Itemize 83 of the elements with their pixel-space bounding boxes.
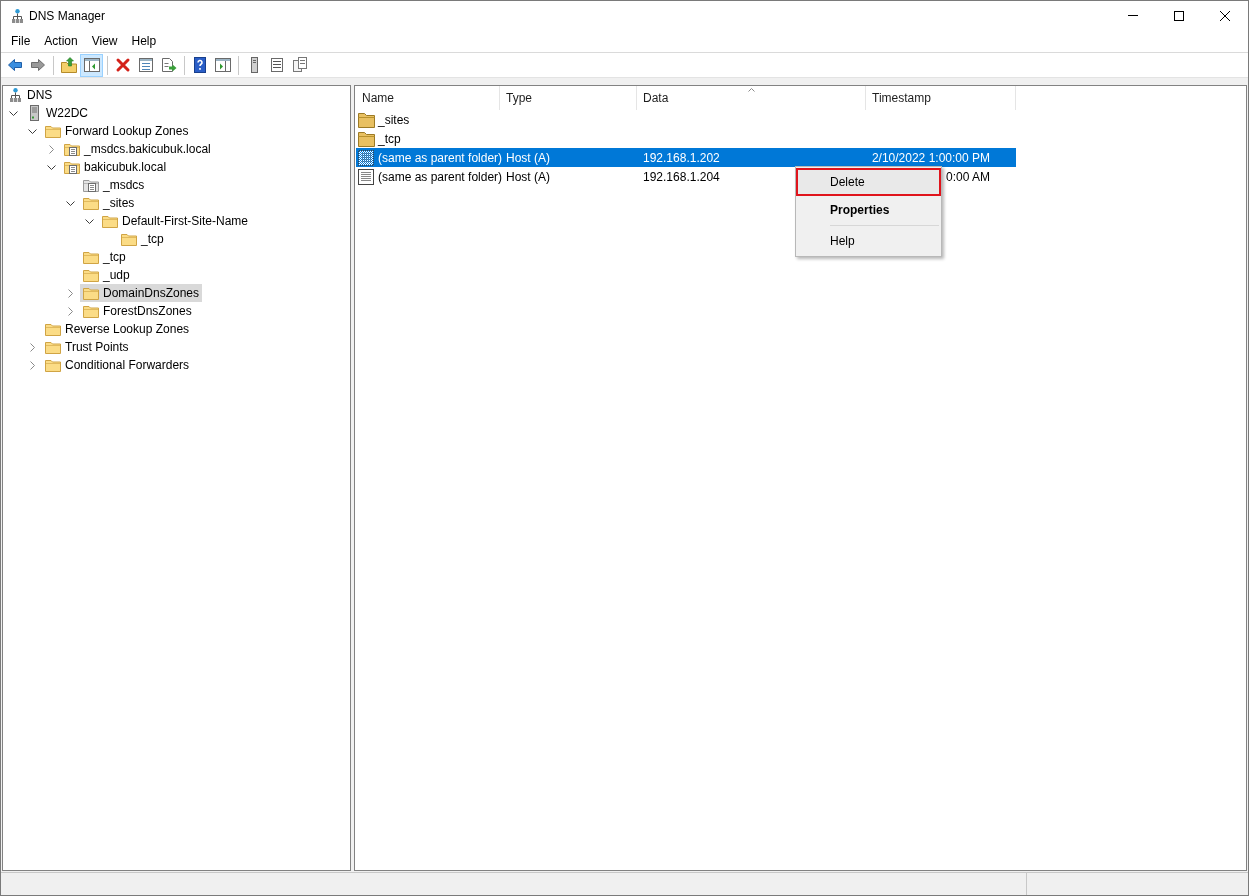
column-header[interactable]: Timestamp (866, 86, 1016, 110)
folder-icon (102, 214, 118, 228)
tree-item[interactable]: DomainDnsZones (80, 284, 203, 302)
chevron-down-icon[interactable] (84, 218, 94, 224)
network-icon (9, 88, 21, 102)
chevron-right-icon[interactable] (67, 306, 73, 316)
folder-icon (83, 196, 99, 210)
entry-type: Host (A) (506, 150, 550, 165)
tree-item[interactable]: _sites (80, 194, 138, 212)
tree-item[interactable]: Default-First-Site-Name (99, 212, 252, 230)
tree-item[interactable]: _msdcs.bakicubuk.local (61, 140, 214, 158)
folder-icon (45, 340, 61, 354)
entry-name[interactable]: (same as parent folder) (378, 169, 503, 184)
tree-item[interactable]: ForestDnsZones (80, 302, 195, 320)
document-icon (358, 149, 375, 166)
folder-document-icon (64, 160, 80, 174)
folder-icon (358, 130, 375, 147)
minimize-icon (1128, 15, 1138, 16)
server-icon (29, 105, 39, 121)
chevron-right-icon[interactable] (48, 144, 54, 154)
entry-name[interactable]: _sites (378, 112, 410, 127)
folder-icon (83, 268, 99, 282)
tree-item[interactable]: Forward Lookup Zones (42, 122, 192, 140)
arrow-left-icon (6, 57, 23, 73)
toolbar-button[interactable] (80, 53, 103, 77)
menu-item[interactable]: Properties (796, 196, 941, 224)
folder-icon (121, 232, 137, 246)
column-header[interactable]: Name (356, 86, 500, 110)
chevron-down-icon[interactable] (65, 200, 75, 206)
menu-item[interactable]: Help (124, 32, 164, 50)
chevron-right-icon[interactable] (29, 360, 35, 370)
document-icon (358, 168, 375, 185)
cross-icon (114, 57, 131, 73)
folder-icon (45, 124, 61, 138)
menu-item[interactable]: View (84, 32, 125, 50)
tree-item[interactable]: DNS (4, 86, 56, 104)
tree-item[interactable]: Conditional Forwarders (42, 356, 193, 374)
list-icon (268, 57, 285, 73)
network-icon (12, 8, 23, 23)
window-title: DNS Manager (29, 8, 107, 23)
window-icon (137, 57, 154, 73)
chevron-down-icon[interactable] (27, 128, 37, 134)
selected-row[interactable]: (same as parent folder) Host (A) 192.168.1.202 2/10/2022 1:00:00 PM (356, 148, 1016, 167)
close-icon (1220, 10, 1230, 21)
folder-document-icon (83, 178, 99, 192)
menu-item[interactable]: Help (796, 227, 941, 255)
entry-timestamp: 2/10/2022 1:00:00 PM (871, 150, 990, 165)
folder-icon (45, 322, 61, 336)
entry-timestamp[interactable]: 0:00 AM (945, 169, 990, 184)
folder-icon (358, 111, 375, 128)
arrow-right-icon (29, 57, 46, 73)
document-arrow-icon (160, 57, 177, 73)
chevron-down-icon[interactable] (46, 164, 56, 170)
menu-item[interactable]: Action (37, 32, 85, 50)
tree-item[interactable]: W22DC (23, 104, 91, 122)
tree-item[interactable]: Reverse Lookup Zones (42, 320, 193, 338)
documents-icon (291, 57, 308, 73)
chevron-down-icon[interactable] (8, 110, 18, 116)
menu-item[interactable]: File (4, 32, 38, 50)
maximize-icon (1174, 10, 1184, 21)
entry-data[interactable]: 192.168.1.204 (643, 169, 720, 184)
entry-data: 192.168.1.202 (643, 150, 720, 165)
entry-name[interactable]: _tcp (378, 131, 401, 146)
folder-document-icon (64, 142, 80, 156)
entry-name: (same as parent folder) (378, 150, 503, 165)
folder-icon (83, 286, 99, 300)
folder-icon (83, 304, 99, 318)
chevron-right-icon[interactable] (29, 342, 35, 352)
menu-item[interactable]: Delete (796, 168, 941, 196)
tree-item[interactable]: _tcp (118, 230, 167, 248)
folder-icon (45, 358, 61, 372)
question-icon (191, 57, 208, 73)
tree-item[interactable]: _udp (80, 266, 133, 284)
chevron-right-icon[interactable] (67, 288, 73, 298)
column-header[interactable]: Type (500, 86, 637, 110)
folder-arrow-icon (60, 57, 77, 73)
tree-item[interactable]: _tcp (80, 248, 129, 266)
tree-item[interactable]: Trust Points (42, 338, 132, 356)
folder-icon (83, 250, 99, 264)
tree-item[interactable]: bakicubuk.local (61, 158, 170, 176)
entry-type[interactable]: Host (A) (506, 169, 550, 184)
tree-item[interactable]: _msdcs (80, 176, 148, 194)
column-header[interactable]: Data (637, 86, 866, 110)
